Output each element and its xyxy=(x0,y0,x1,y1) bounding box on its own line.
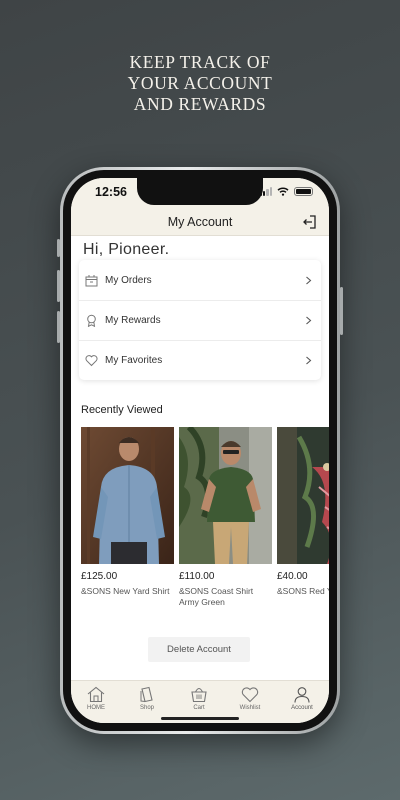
product-card[interactable]: £40.00 &SONS Red Y scarf xyxy=(277,427,329,597)
menu-item-label: My Rewards xyxy=(105,315,161,326)
heart-icon xyxy=(85,355,98,367)
logout-icon[interactable] xyxy=(302,214,318,230)
tab-label: Cart xyxy=(193,705,205,711)
product-image[interactable] xyxy=(277,427,329,564)
page-title: My Account xyxy=(167,215,233,229)
rewards-icon xyxy=(87,314,96,327)
home-indicator xyxy=(161,717,239,720)
volume-up-button xyxy=(57,270,60,302)
product-name: &SONS Coast Shirt Army Green xyxy=(179,586,254,607)
heart-icon xyxy=(241,687,259,703)
power-button xyxy=(340,287,343,335)
app-screen: 12:56 My Account Hi, Pioneer. My Orders … xyxy=(71,178,329,723)
phone-frame: 12:56 My Account Hi, Pioneer. My Orders … xyxy=(57,167,343,734)
promo-line: KEEP TRACK OF xyxy=(129,52,271,72)
account-menu: My Orders My Rewards My Favorites xyxy=(79,260,321,380)
recently-viewed-title: Recently Viewed xyxy=(81,404,163,416)
recently-viewed-carousel[interactable]: £125.00 &SONS New Yard Shirt £110.00 &SO… xyxy=(81,427,329,617)
tab-label: Wishlist xyxy=(239,705,261,711)
status-time: 12:56 xyxy=(95,185,127,199)
tab-account[interactable]: Account xyxy=(280,686,324,711)
promo-line: AND REWARDS xyxy=(133,94,267,114)
menu-item-label: My Orders xyxy=(105,274,152,286)
nav-bar: My Account xyxy=(71,208,329,236)
tab-home[interactable]: HOME xyxy=(74,686,118,711)
product-price: £40.00 xyxy=(277,571,308,582)
orders-icon xyxy=(85,274,98,286)
notch xyxy=(137,178,263,205)
person-icon xyxy=(294,687,310,703)
menu-item-orders[interactable]: My Orders xyxy=(79,260,321,300)
tab-label: Shop xyxy=(139,705,154,711)
promo-headline: KEEP TRACK OF YOUR ACCOUNT AND REWARDS xyxy=(0,52,400,115)
shop-icon xyxy=(140,686,153,703)
tab-cart[interactable]: Cart xyxy=(177,686,221,711)
promo-line: YOUR ACCOUNT xyxy=(127,73,273,93)
product-name: &SONS Red Y scarf xyxy=(277,586,329,596)
menu-item-label: My Favorites xyxy=(105,355,163,366)
silent-switch xyxy=(57,239,60,257)
tab-wishlist[interactable]: Wishlist xyxy=(228,686,272,711)
product-card[interactable]: £110.00 &SONS Coast Shirt Army Green xyxy=(179,427,272,608)
product-image[interactable] xyxy=(81,427,174,564)
wifi-icon xyxy=(277,187,289,196)
menu-item-rewards[interactable]: My Rewards xyxy=(79,300,321,340)
cart-icon xyxy=(191,687,207,703)
product-card[interactable]: £125.00 &SONS New Yard Shirt xyxy=(81,427,174,597)
menu-item-favorites[interactable]: My Favorites xyxy=(79,340,321,380)
battery-icon xyxy=(294,187,313,196)
chevron-right-icon xyxy=(306,276,312,284)
tab-shop[interactable]: Shop xyxy=(125,686,169,711)
volume-down-button xyxy=(57,311,60,343)
product-image[interactable] xyxy=(179,427,272,564)
chevron-right-icon xyxy=(306,356,312,365)
tab-bar: HOME Shop Cart Wishlist Account xyxy=(71,680,329,723)
tab-label: Account xyxy=(291,705,313,711)
product-price: £110.00 xyxy=(179,571,215,582)
delete-account-button[interactable]: Delete Account xyxy=(148,637,250,662)
chevron-right-icon xyxy=(306,316,312,325)
greeting: Hi, Pioneer. xyxy=(83,241,170,258)
status-icons xyxy=(259,187,313,196)
product-name: &SONS New Yard Shirt xyxy=(81,586,170,596)
tab-label: HOME xyxy=(87,705,105,711)
home-icon xyxy=(87,686,105,703)
product-price: £125.00 xyxy=(81,571,118,582)
